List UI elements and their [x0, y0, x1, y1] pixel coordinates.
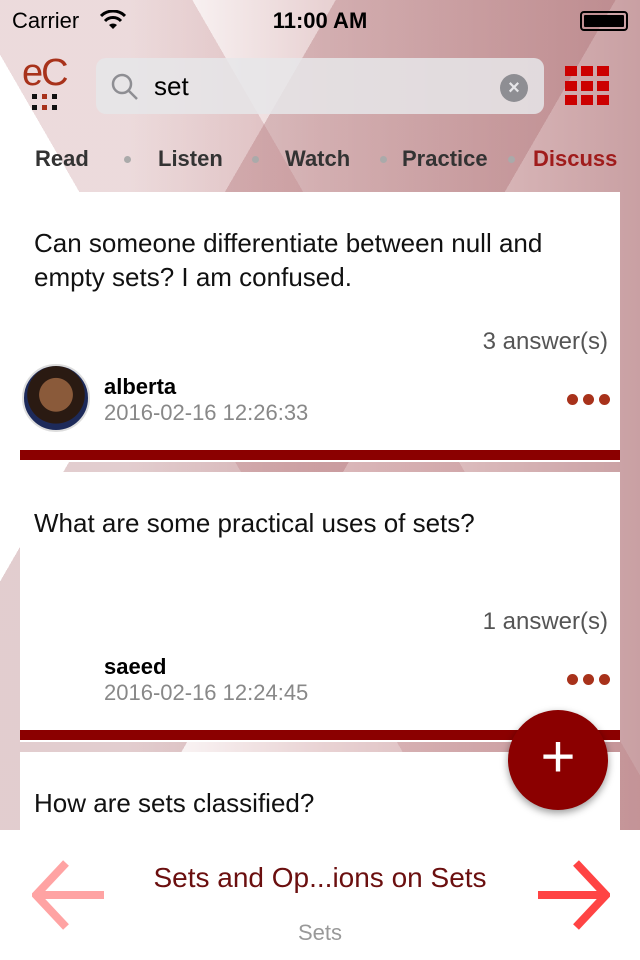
app-logo[interactable]: eC — [22, 54, 72, 114]
tab-separator — [380, 156, 387, 163]
clock: 11:00 AM — [272, 8, 368, 33]
post-date: 2016-02-16 12:26:33 — [104, 400, 309, 425]
post-author: alberta — [104, 374, 177, 399]
clear-search-icon[interactable]: × — [500, 74, 528, 102]
tab-read[interactable]: Read — [35, 146, 89, 172]
post-author: saeed — [104, 654, 167, 679]
add-post-button[interactable]: + — [508, 710, 608, 810]
post-question: What are some practical uses of sets? — [34, 508, 475, 538]
next-arrow-icon[interactable] — [536, 860, 610, 930]
logo-text: eC — [22, 52, 69, 94]
answer-count[interactable]: 1 answer(s) — [483, 608, 608, 636]
tab-separator — [508, 156, 515, 163]
tab-separator — [124, 156, 131, 163]
logo-dots-icon — [32, 94, 57, 110]
post-date: 2016-02-16 12:24:45 — [104, 680, 309, 705]
status-bar: Carrier 11:00 AM — [0, 0, 640, 40]
divider — [20, 450, 620, 460]
battery-icon — [580, 11, 628, 31]
tab-listen[interactable]: Listen — [158, 146, 223, 172]
more-options-icon[interactable] — [562, 668, 610, 691]
tab-discuss[interactable]: Discuss — [533, 146, 617, 172]
more-options-icon[interactable] — [562, 388, 610, 411]
search-icon — [111, 73, 138, 100]
discussion-post[interactable]: What are some practical uses of sets? 1 … — [20, 472, 620, 742]
avatar — [22, 364, 90, 432]
post-question: Can someone differentiate between null a… — [34, 228, 543, 292]
section-tabs: Read Listen Watch Practice Discuss — [0, 146, 640, 176]
apps-grid-icon[interactable] — [565, 66, 609, 106]
search-bar[interactable]: × — [96, 58, 544, 114]
answer-count[interactable]: 3 answer(s) — [483, 328, 608, 356]
chapter-navigation: Sets and Op...ions on Sets Sets — [0, 830, 640, 960]
discussion-post[interactable]: Can someone differentiate between null a… — [20, 192, 620, 462]
tab-practice[interactable]: Practice — [402, 146, 488, 172]
tab-watch[interactable]: Watch — [285, 146, 350, 172]
search-input[interactable] — [154, 68, 484, 104]
tab-separator — [252, 156, 259, 163]
